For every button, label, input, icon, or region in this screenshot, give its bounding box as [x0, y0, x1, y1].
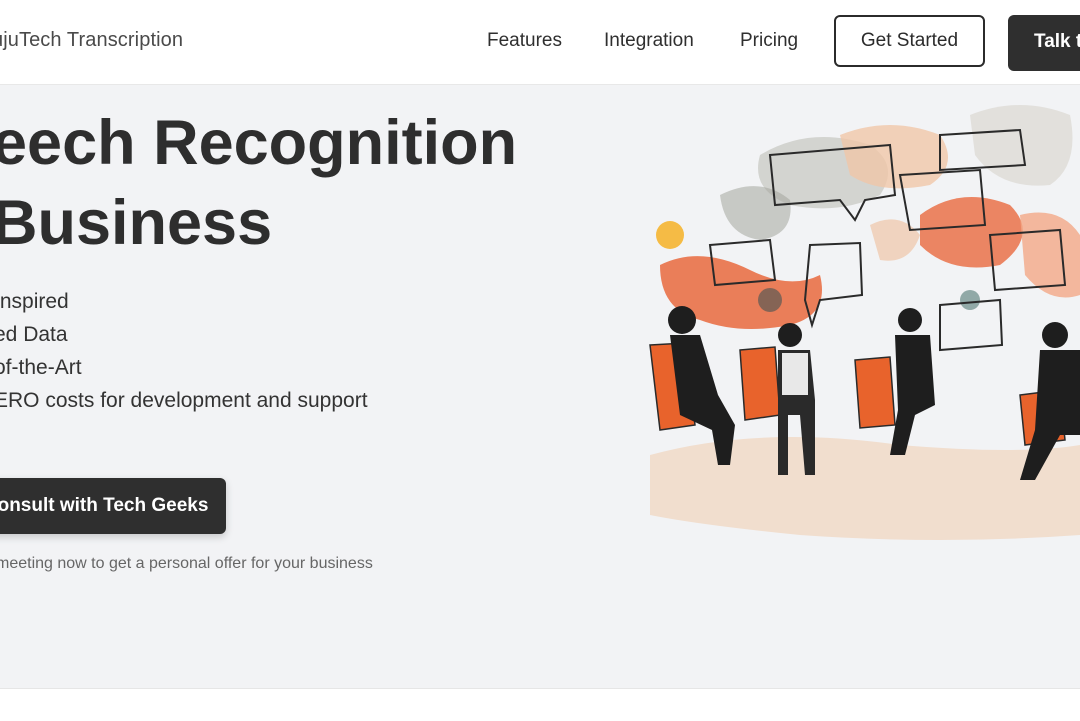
nav-integration[interactable]: Integration: [604, 30, 694, 52]
hero-title: eech Recognition Business: [0, 103, 517, 263]
talk-button[interactable]: Talk t: [1008, 15, 1080, 71]
feature-item: ERO costs for development and support: [0, 389, 368, 412]
nav-pricing[interactable]: Pricing: [740, 30, 798, 52]
cta-note: meeting now to get a personal offer for …: [0, 555, 373, 572]
floor-shadow: [650, 437, 1080, 540]
nav-features[interactable]: Features: [487, 30, 562, 52]
site-header: ujuTech Transcription Features Integrati…: [0, 0, 1080, 85]
consult-button[interactable]: onsult with Tech Geeks: [0, 478, 226, 534]
hero-title-line-2: Business: [0, 188, 273, 258]
get-started-button[interactable]: Get Started: [834, 15, 985, 67]
footer-strip: [0, 688, 1080, 721]
hero-section: eech Recognition Business Inspired ed Da…: [0, 85, 1080, 688]
brand-name[interactable]: ujuTech Transcription: [0, 29, 183, 52]
feature-list: Inspired ed Data of-the-Art ERO costs fo…: [0, 285, 368, 417]
feature-item: ed Data: [0, 323, 68, 346]
feature-item: of-the-Art: [0, 356, 82, 379]
feature-item: Inspired: [0, 290, 69, 313]
meeting-illustration: [649, 105, 1080, 540]
hero-title-line-1: eech Recognition: [0, 108, 518, 178]
paint-splashes: [656, 105, 1080, 329]
